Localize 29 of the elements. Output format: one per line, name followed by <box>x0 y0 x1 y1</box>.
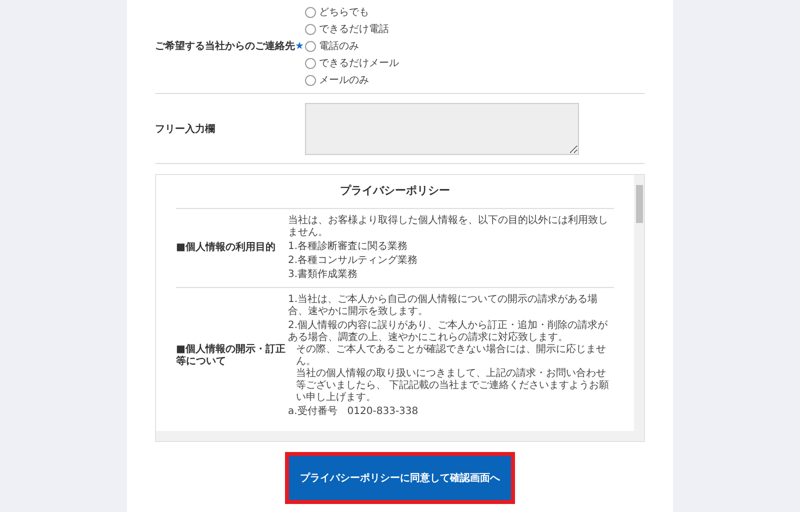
field-label: フリー入力欄 <box>155 122 215 136</box>
radio-label: メールのみ <box>319 74 369 88</box>
policy-text: その際、ご本人であることが確認できない場合には、開示に応じません。 <box>295 344 607 368</box>
field-label: ご希望する当社からのご連絡先★ <box>155 40 304 53</box>
policy-text: a.受付番号 0120-833-338 <box>288 406 420 418</box>
section-heading: ■個人情報の開示・訂正等について <box>176 344 286 368</box>
radio-label: できるだけ電話 <box>319 22 389 37</box>
horizontal-scrollbar[interactable] <box>156 431 644 441</box>
submit-button[interactable]: プライバシーポリシーに同意して確認画面へ <box>285 452 515 504</box>
policy-text: 2.個人情報の内容に誤りがあり、ご本人から訂正・追加・削除の請求がある場合、調査の上、速やかにこれらの請求に対応致します。 <box>288 320 609 344</box>
policy-text: 当社の個人情報の取り扱いにつきまして、上記の請求・お問い合わせ等ございましたら、 下記記載の当社までご連絡くださいますようお願い申し上げます。 <box>295 368 610 404</box>
radio-label: どちらでも <box>319 6 369 20</box>
policy-text: 2.各種コンサルティング業務 <box>288 254 419 266</box>
policy-text: 1.当社は、ご本人から自己の個人情報についての開示の請求がある場合、速やかに開示を致します。 <box>288 294 599 318</box>
section-heading: ■個人情報の利用目的 <box>176 242 276 254</box>
vertical-scrollbar[interactable] <box>634 175 644 431</box>
radio-button[interactable] <box>305 41 316 52</box>
policy-title: プライバシーポリシー <box>176 175 614 208</box>
free-input-field[interactable] <box>305 103 579 155</box>
policy-text: 当社は、お客様より取得した個人情報を、以下の目的以外には利用致しません。 <box>288 214 609 238</box>
radio-button[interactable] <box>305 58 316 69</box>
policy-text: 1.各種診断審査に関る業務 <box>288 240 409 252</box>
policy-text: 3.書類作成業務 <box>288 268 359 280</box>
radio-label: できるだけメール <box>319 57 399 71</box>
radio-label: 電話のみ <box>319 40 359 54</box>
radio-button[interactable] <box>305 24 316 35</box>
required-mark: ★ <box>295 41 304 52</box>
radio-button[interactable] <box>305 75 316 86</box>
radio-button[interactable] <box>305 7 316 18</box>
